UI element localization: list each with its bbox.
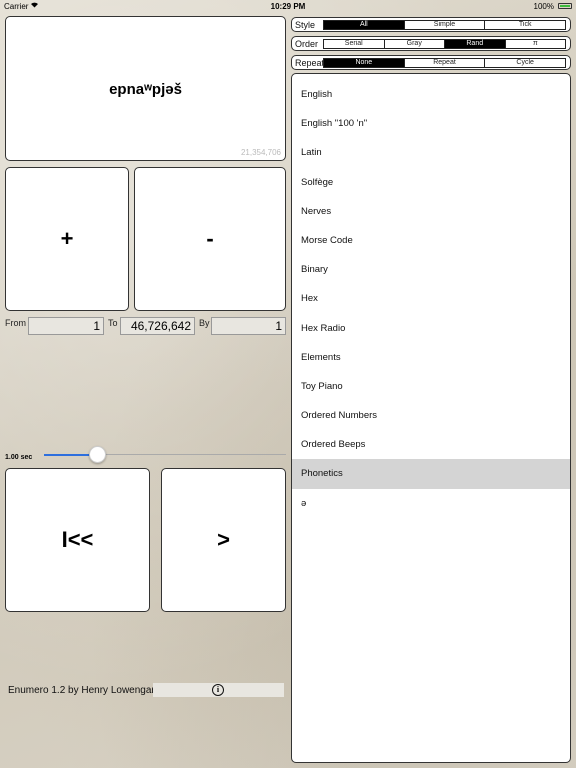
- mode-list: English English "100 'n" Latin Solfège Nerve…: [291, 73, 571, 763]
- style-title: Style: [295, 19, 316, 30]
- list-item[interactable]: Binary: [292, 255, 570, 284]
- decrement-button[interactable]: -: [134, 167, 286, 311]
- by-field[interactable]: 1: [211, 317, 286, 335]
- list-item[interactable]: English "100 'n": [292, 109, 570, 138]
- order-title: Order: [295, 38, 319, 49]
- order-control: Order Serial Gray Rand π: [291, 36, 571, 51]
- version-label: Enumero 1.2 by Henry Lowengard: [8, 685, 161, 696]
- list-item[interactable]: ə: [292, 489, 570, 518]
- repeat-option[interactable]: None: [324, 58, 405, 67]
- order-option[interactable]: π: [505, 39, 565, 48]
- to-label: To: [108, 318, 118, 328]
- list-item[interactable]: Phonetics: [292, 459, 570, 489]
- list-item[interactable]: English: [292, 80, 570, 109]
- display-value: epnaʷpjəš: [109, 81, 182, 98]
- repeat-control: Repeat None Repeat Cycle: [291, 55, 571, 70]
- list-item[interactable]: Latin: [292, 138, 570, 167]
- list-item[interactable]: Nerves: [292, 197, 570, 226]
- reset-button[interactable]: I<<: [5, 468, 150, 612]
- list-item[interactable]: Toy Piano: [292, 372, 570, 401]
- from-field[interactable]: 1: [28, 317, 104, 335]
- battery-percent: 100%: [533, 2, 554, 11]
- repeat-title: Repeat: [295, 57, 325, 68]
- order-option[interactable]: Serial: [324, 39, 385, 48]
- info-icon[interactable]: i: [212, 684, 224, 696]
- style-option[interactable]: Tick: [485, 20, 566, 29]
- increment-button[interactable]: +: [5, 167, 129, 311]
- battery-icon: [558, 3, 572, 9]
- speed-slider-track-max[interactable]: [97, 454, 286, 455]
- list-item[interactable]: Hex Radio: [292, 314, 570, 343]
- list-item[interactable]: Solfège: [292, 168, 570, 197]
- speed-label: 1.00 sec: [5, 454, 33, 461]
- number-display: epnaʷpjəš 21,354,706: [5, 16, 286, 161]
- list-item[interactable]: Hex: [292, 284, 570, 313]
- style-segments: All Simple Tick: [323, 19, 566, 30]
- repeat-option[interactable]: Repeat: [404, 58, 486, 67]
- style-option[interactable]: Simple: [404, 20, 486, 29]
- list-item[interactable]: Elements: [292, 343, 570, 372]
- status-bar: Carrier 10:29 PM 100%: [0, 0, 576, 12]
- style-option[interactable]: All: [324, 20, 405, 29]
- style-control: Style All Simple Tick: [291, 17, 571, 32]
- by-label: By: [199, 318, 210, 328]
- list-item[interactable]: Ordered Beeps: [292, 430, 570, 459]
- status-time: 10:29 PM: [270, 2, 306, 11]
- order-option[interactable]: Rand: [445, 39, 506, 48]
- from-label: From: [5, 318, 26, 328]
- list-item[interactable]: Morse Code: [292, 226, 570, 255]
- list-item[interactable]: Ordered Numbers: [292, 401, 570, 430]
- repeat-option[interactable]: Cycle: [485, 58, 566, 67]
- play-button[interactable]: >: [161, 468, 286, 612]
- order-segments: Serial Gray Rand π: [323, 38, 566, 49]
- to-field[interactable]: 46,726,642: [120, 317, 195, 335]
- display-count: 21,354,706: [240, 148, 281, 157]
- order-option[interactable]: Gray: [384, 39, 445, 48]
- speed-slider-thumb[interactable]: [89, 446, 106, 463]
- repeat-segments: None Repeat Cycle: [323, 57, 566, 68]
